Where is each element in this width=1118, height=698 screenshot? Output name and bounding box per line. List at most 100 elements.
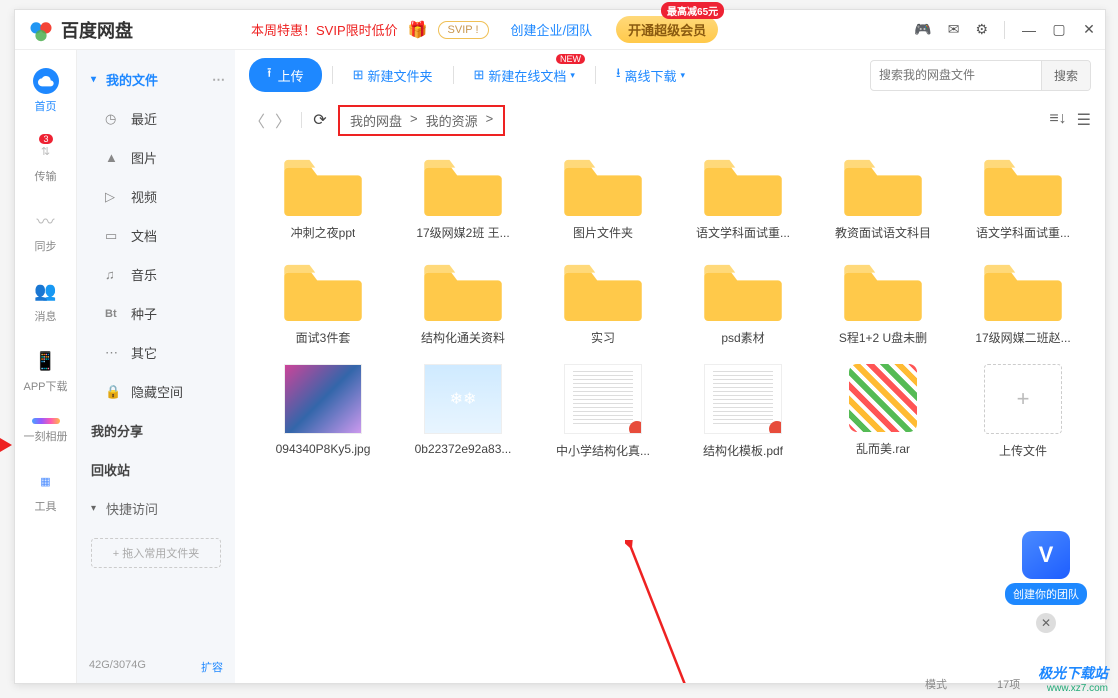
file-grid-area: 冲刺之夜ppt17级网媒2班 王...图片文件夹语文学科面试重...教资面试语文… bbox=[235, 140, 1105, 683]
folder-item[interactable]: 图片文件夹 bbox=[533, 154, 673, 241]
sidebar-item-label: 最近 bbox=[131, 109, 157, 128]
folder-item[interactable]: 语文学科面试重... bbox=[953, 154, 1093, 241]
forward-button[interactable]: 〉 bbox=[275, 108, 291, 132]
file-label: 上传文件 bbox=[999, 442, 1047, 459]
tools-icon: ▦ bbox=[33, 468, 59, 494]
sidebar-trash[interactable]: 回收站 bbox=[77, 450, 235, 489]
game-icon[interactable]: 🎮 bbox=[914, 21, 931, 38]
folder-item[interactable]: 17级网媒2班 王... bbox=[393, 154, 533, 241]
search-button[interactable]: 搜索 bbox=[1041, 61, 1090, 90]
settings-icon[interactable]: ⚙ bbox=[975, 21, 988, 38]
rail-messages[interactable]: 👥 消息 bbox=[33, 278, 59, 324]
sidebar-music[interactable]: ♫音乐 bbox=[77, 255, 235, 294]
rail-label: 一刻相册 bbox=[24, 428, 68, 444]
file-label: 冲刺之夜ppt bbox=[291, 224, 356, 241]
sidebar-other[interactable]: ⋯其它 bbox=[77, 333, 235, 372]
sort-button[interactable]: ≡↓ bbox=[1049, 110, 1066, 130]
sidebar-torrent[interactable]: Bt种子 bbox=[77, 294, 235, 333]
svip-badge: SVIP ! bbox=[438, 21, 489, 39]
album-icon bbox=[32, 418, 60, 424]
upload-placeholder[interactable]: + bbox=[984, 364, 1062, 434]
rail-sync[interactable]: 〰 同步 bbox=[33, 208, 59, 254]
sidebar-docs[interactable]: ▭文档 bbox=[77, 216, 235, 255]
sidebar-videos[interactable]: ▷视频 bbox=[77, 177, 235, 216]
image-icon: ▲ bbox=[105, 150, 121, 165]
folder-item[interactable]: 结构化通关资料 bbox=[393, 259, 533, 346]
file-item[interactable]: ❄❄0b22372e92a83... bbox=[393, 364, 533, 459]
folder-item[interactable]: 面试3件套 bbox=[253, 259, 393, 346]
search-box: 搜索 bbox=[870, 60, 1091, 91]
team-close-button[interactable]: ✕ bbox=[1036, 613, 1056, 633]
sidebar-my-share[interactable]: 我的分享 bbox=[77, 411, 235, 450]
breadcrumb-sep: > bbox=[486, 111, 494, 130]
minimize-button[interactable]: — bbox=[1021, 22, 1037, 38]
close-button[interactable]: ✕ bbox=[1081, 21, 1097, 38]
annotation-red-triangle bbox=[0, 438, 12, 452]
sidebar-group-label: 我的文件 bbox=[106, 70, 158, 89]
chevron-down-icon: ▾ bbox=[681, 70, 686, 81]
sidebar-item-label: 其它 bbox=[131, 343, 157, 362]
file-item[interactable]: 结构化模板.pdf bbox=[673, 364, 813, 459]
new-folder-button[interactable]: ⊞新建文件夹 bbox=[343, 62, 443, 89]
sidebar-quick-access[interactable]: ▾ 快捷访问 bbox=[77, 489, 235, 528]
open-svip-label: 开通超级会员 bbox=[628, 23, 706, 38]
search-input[interactable] bbox=[871, 62, 1041, 88]
list-view-button[interactable]: ☰ bbox=[1077, 110, 1091, 130]
rail-label: 传输 bbox=[35, 168, 57, 184]
folder-item[interactable]: 17级网媒二班赵... bbox=[953, 259, 1093, 346]
file-item[interactable]: 乱而美.rar bbox=[813, 364, 953, 459]
rail-app-download[interactable]: 📱 APP下载 bbox=[23, 348, 67, 394]
sidebar-item-label: 视频 bbox=[131, 187, 157, 206]
folder-item[interactable]: S程1+2 U盘未删 bbox=[813, 259, 953, 346]
chevron-down-icon: ▾ bbox=[91, 503, 96, 514]
rar-icon bbox=[849, 364, 917, 432]
rail-home[interactable]: 首页 bbox=[33, 68, 59, 114]
sidebar-group-label: 快捷访问 bbox=[106, 499, 158, 518]
rail-album[interactable]: 一刻相册 bbox=[24, 418, 68, 444]
rail-transfer[interactable]: ⇅ 3 传输 bbox=[33, 138, 59, 184]
title-bar: 百度网盘 本周特惠！SVIP限时低价 🎁 SVIP ! 创建企业/团队 开通超级… bbox=[15, 10, 1105, 50]
breadcrumb-item[interactable]: 我的资源 bbox=[426, 111, 478, 130]
sidebar-my-files[interactable]: ▾ 我的文件 ⋯ bbox=[77, 60, 235, 99]
breadcrumb-item[interactable]: 我的网盘 bbox=[350, 111, 402, 130]
sidebar-images[interactable]: ▲图片 bbox=[77, 138, 235, 177]
file-label: psd素材 bbox=[721, 329, 764, 346]
rail-tools[interactable]: ▦ 工具 bbox=[33, 468, 59, 514]
app-logo[interactable]: 百度网盘 bbox=[27, 16, 133, 44]
folder-item[interactable]: 实习 bbox=[533, 259, 673, 346]
create-team-pill[interactable]: 创建你的团队 bbox=[1005, 583, 1087, 605]
upload-label: 上传 bbox=[278, 66, 304, 85]
upload-file-button[interactable]: + 上传文件 bbox=[953, 364, 1093, 459]
drag-hint[interactable]: + 拖入常用文件夹 bbox=[91, 538, 221, 568]
file-label: 实习 bbox=[591, 329, 615, 346]
sidebar-hidden[interactable]: 🔒隐藏空间 bbox=[77, 372, 235, 411]
file-label: 图片文件夹 bbox=[573, 224, 633, 241]
offline-label: 离线下载 bbox=[625, 66, 677, 85]
folder-item[interactable]: psd素材 bbox=[673, 259, 813, 346]
folder-item[interactable]: 教资面试语文科目 bbox=[813, 154, 953, 241]
offline-download-button[interactable]: ⭳离线下载▾ bbox=[606, 60, 695, 90]
header-icons: 🎮 ✉ ⚙ bbox=[914, 21, 1005, 39]
expand-storage-link[interactable]: 扩容 bbox=[201, 659, 223, 675]
mail-icon[interactable]: ✉ bbox=[948, 21, 960, 38]
file-item[interactable]: 094340P8Ky5.jpg bbox=[253, 364, 393, 459]
file-label: 094340P8Ky5.jpg bbox=[276, 442, 371, 456]
refresh-button[interactable]: ⟳ bbox=[312, 110, 328, 130]
file-item[interactable]: 中小学结构化真... bbox=[533, 364, 673, 459]
file-label: 17级网媒二班赵... bbox=[975, 329, 1070, 346]
back-button[interactable]: 〈 bbox=[249, 108, 265, 132]
more-icon[interactable]: ⋯ bbox=[212, 72, 225, 88]
toolbar: ⭱ 上传 ⊞新建文件夹 ⊞ 新建在线文档 ▾ NEW ⭳离线下载▾ 搜索 bbox=[235, 50, 1105, 100]
gift-icon[interactable]: 🎁 bbox=[408, 20, 428, 40]
sidebar-recent[interactable]: ◷最近 bbox=[77, 99, 235, 138]
upload-button[interactable]: ⭱ 上传 bbox=[249, 58, 322, 92]
folder-item[interactable]: 语文学科面试重... bbox=[673, 154, 813, 241]
maximize-button[interactable]: ▢ bbox=[1051, 21, 1067, 38]
new-online-doc-button[interactable]: ⊞ 新建在线文档 ▾ NEW bbox=[464, 62, 585, 89]
open-svip-button[interactable]: 开通超级会员 最高减65元 bbox=[616, 16, 718, 43]
promo-text[interactable]: 本周特惠！SVIP限时低价 bbox=[251, 20, 398, 39]
folder-item[interactable]: 冲刺之夜ppt bbox=[253, 154, 393, 241]
team-badge-icon[interactable]: V bbox=[1022, 531, 1070, 579]
file-label: 语文学科面试重... bbox=[696, 224, 790, 241]
create-team-link[interactable]: 创建企业/团队 bbox=[511, 20, 593, 39]
